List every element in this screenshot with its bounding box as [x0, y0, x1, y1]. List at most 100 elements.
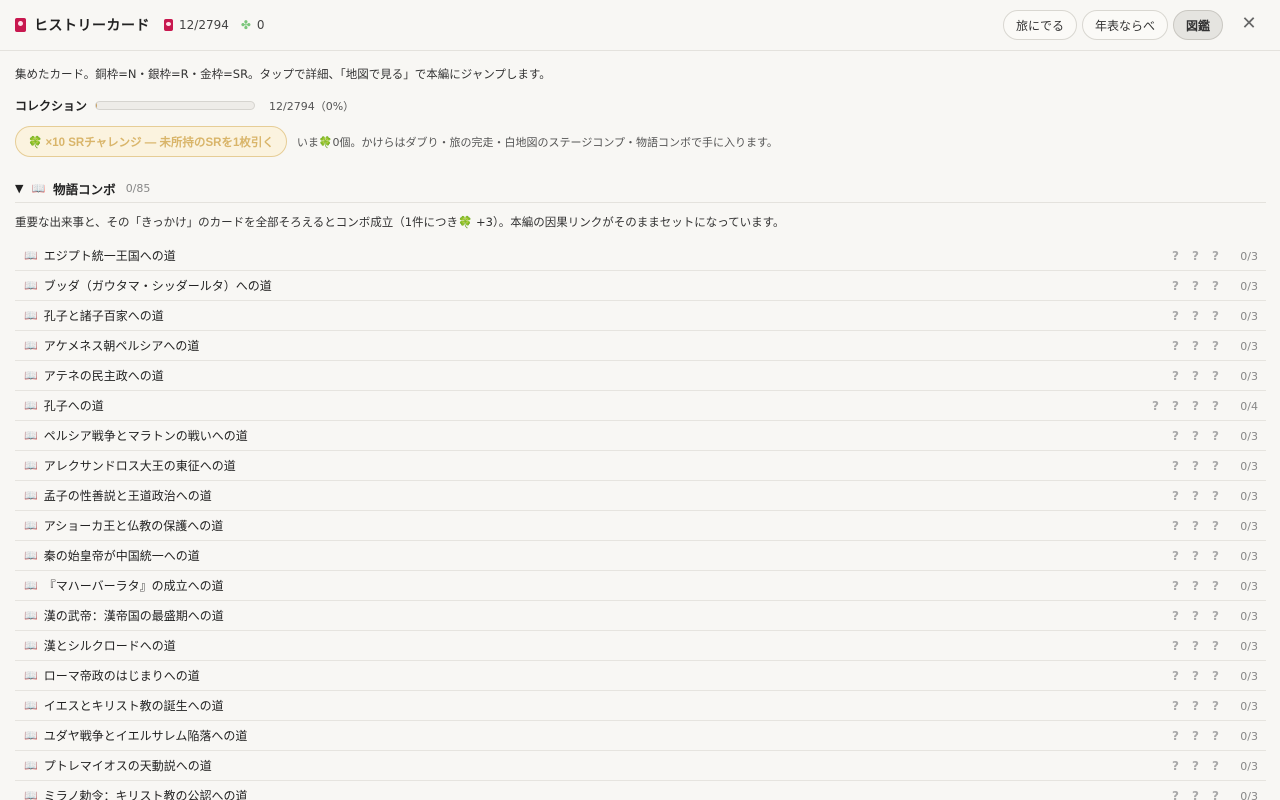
unknown-card-slot: ? — [1192, 549, 1199, 563]
combo-slots: ??? — [1170, 279, 1221, 293]
combo-row[interactable]: 📖 漢とシルクロードへの道??? 0/3 — [15, 631, 1266, 661]
card-icon — [15, 18, 26, 32]
story-combo-header[interactable]: ▼ 📖 物語コンボ 0/85 — [15, 174, 1266, 203]
combo-status: ??? 0/3 — [1170, 241, 1258, 271]
combo-progress: 0/3 — [1240, 699, 1258, 713]
combo-row[interactable]: 📖 アテネの民主政への道??? 0/3 — [15, 361, 1266, 391]
combo-row[interactable]: 📖 アレクサンドロス大王の東征への道??? 0/3 — [15, 451, 1266, 481]
card-count-icon — [164, 19, 173, 31]
combo-progress: 0/3 — [1240, 279, 1258, 293]
sr-challenge-button[interactable]: 🍀 ×10 SRチャレンジ — 未所持のSRを1枚引く — [15, 126, 287, 157]
combo-row[interactable]: 📖 ローマ帝政のはじまりへの道??? 0/3 — [15, 661, 1266, 691]
unknown-card-slot: ? — [1192, 459, 1199, 473]
unknown-card-slot: ? — [1212, 549, 1219, 563]
combo-row[interactable]: 📖 ブッダ（ガウタマ・シッダールタ）への道??? 0/3 — [15, 271, 1266, 301]
clover-icon: ✤ — [240, 18, 251, 32]
combo-progress: 0/3 — [1240, 579, 1258, 593]
combo-row[interactable]: 📖 漢の武帝：漢帝国の最盛期への道??? 0/3 — [15, 601, 1266, 631]
combo-row[interactable]: 📖 孟子の性善説と王道政治への道??? 0/3 — [15, 481, 1266, 511]
combo-row[interactable]: 📖 ミラノ勅令：キリスト教の公認への道??? 0/3 — [15, 781, 1266, 800]
combo-progress: 0/3 — [1240, 339, 1258, 353]
combo-row[interactable]: 📖 アケメネス朝ペルシアへの道??? 0/3 — [15, 331, 1266, 361]
combo-slots: ??? — [1170, 579, 1221, 593]
book-icon: 📖 — [24, 729, 38, 742]
combo-title: アケメネス朝ペルシアへの道 — [43, 339, 200, 353]
combo-status: ??? 0/3 — [1170, 361, 1258, 391]
unknown-card-slot: ? — [1192, 669, 1199, 683]
unknown-card-slot: ? — [1172, 429, 1179, 443]
combo-progress: 0/3 — [1240, 369, 1258, 383]
combo-status: ??? 0/3 — [1170, 481, 1258, 511]
combo-slots: ??? — [1170, 699, 1221, 713]
unknown-card-slot: ? — [1212, 759, 1219, 773]
unknown-card-slot: ? — [1172, 249, 1179, 263]
combo-title: イエスとキリスト教の誕生への道 — [43, 699, 224, 713]
combo-status: ???? 0/4 — [1150, 391, 1258, 421]
combo-title: アショーカ王と仏教の保護への道 — [43, 519, 224, 533]
unknown-card-slot: ? — [1192, 279, 1199, 293]
travel-button[interactable]: 旅にでる — [1002, 10, 1077, 40]
combo-row[interactable]: 📖 ペルシア戦争とマラトンの戦いへの道??? 0/3 — [15, 421, 1266, 451]
collection-label: コレクション — [15, 99, 88, 113]
unknown-card-slot: ? — [1172, 639, 1179, 653]
combo-row[interactable]: 📖 アショーカ王と仏教の保護への道??? 0/3 — [15, 511, 1266, 541]
section-count: 0/85 — [125, 181, 151, 195]
combo-row[interactable]: 📖 エジプト統一王国への道??? 0/3 — [15, 241, 1266, 271]
combo-title: 孔子と諸子百家への道 — [43, 309, 164, 323]
combo-title: 孔子への道 — [43, 399, 104, 413]
combo-progress: 0/3 — [1240, 549, 1258, 563]
book-icon: 📖 — [24, 579, 38, 592]
intro-text: 集めたカード。銅枠=N・銀枠=R・金枠=SR。タップで詳細、「地図で見る」で本編… — [15, 67, 551, 81]
combo-title: プトレマイオスの天動説への道 — [43, 759, 212, 773]
combo-row[interactable]: 📖 プトレマイオスの天動説への道??? 0/3 — [15, 751, 1266, 781]
combo-title: アレクサンドロス大王の東征への道 — [43, 459, 236, 473]
combo-row[interactable]: 📖 『マハーバーラタ』の成立への道??? 0/3 — [15, 571, 1266, 601]
combo-title: ローマ帝政のはじまりへの道 — [43, 669, 200, 683]
unknown-card-slot: ? — [1212, 489, 1219, 503]
combo-status: ??? 0/3 — [1170, 451, 1258, 481]
combo-row[interactable]: 📖 ユダヤ戦争とイエルサレム陥落への道??? 0/3 — [15, 721, 1266, 751]
combo-row[interactable]: 📖 秦の始皇帝が中国統一への道??? 0/3 — [15, 541, 1266, 571]
unknown-card-slot: ? — [1192, 309, 1199, 323]
combo-status: ??? 0/3 — [1170, 781, 1258, 800]
unknown-card-slot: ? — [1192, 699, 1199, 713]
unknown-card-slot: ? — [1212, 339, 1219, 353]
combo-progress: 0/3 — [1240, 639, 1258, 653]
encyclopedia-button[interactable]: 図鑑 — [1172, 10, 1223, 40]
card-count: 12/2794 — [179, 18, 229, 32]
combo-progress: 0/3 — [1240, 309, 1258, 323]
book-icon: 📖 — [24, 309, 38, 322]
unknown-card-slot: ? — [1212, 519, 1219, 533]
combo-progress: 0/3 — [1240, 249, 1258, 263]
combo-row[interactable]: 📖 孔子への道???? 0/4 — [15, 391, 1266, 421]
unknown-card-slot: ? — [1192, 339, 1199, 353]
unknown-card-slot: ? — [1172, 489, 1179, 503]
combo-status: ??? 0/3 — [1170, 751, 1258, 781]
combo-title: アテネの民主政への道 — [43, 369, 164, 383]
collapse-toggle-icon[interactable]: ▼ — [15, 182, 23, 195]
unknown-card-slot: ? — [1212, 279, 1219, 293]
combo-status: ??? 0/3 — [1170, 691, 1258, 721]
combo-slots: ??? — [1170, 669, 1221, 683]
unknown-card-slot: ? — [1172, 789, 1179, 800]
combo-slots: ??? — [1170, 369, 1221, 383]
combo-row[interactable]: 📖 孔子と諸子百家への道??? 0/3 — [15, 301, 1266, 331]
app-title: ヒストリーカード — [34, 18, 150, 34]
combo-title: 漢とシルクロードへの道 — [43, 639, 176, 653]
book-icon: 📖 — [24, 699, 38, 712]
combo-row[interactable]: 📖 イエスとキリスト教の誕生への道??? 0/3 — [15, 691, 1266, 721]
top-bar: ヒストリーカード 12/2794 ✤ 0 旅にでる 年表ならべ 図鑑 ✕ — [0, 0, 1280, 51]
close-icon[interactable]: ✕ — [1240, 15, 1258, 33]
combo-progress: 0/3 — [1240, 669, 1258, 683]
combo-title: ペルシア戦争とマラトンの戦いへの道 — [43, 429, 248, 443]
unknown-card-slot: ? — [1152, 399, 1159, 413]
combo-status: ??? 0/3 — [1170, 301, 1258, 331]
combo-slots: ??? — [1170, 729, 1221, 743]
combo-title: 孟子の性善説と王道政治への道 — [43, 489, 212, 503]
unknown-card-slot: ? — [1172, 759, 1179, 773]
unknown-card-slot: ? — [1192, 579, 1199, 593]
combo-title: 漢の武帝：漢帝国の最盛期への道 — [43, 609, 224, 623]
unknown-card-slot: ? — [1172, 609, 1179, 623]
timeline-sort-button[interactable]: 年表ならべ — [1081, 10, 1168, 40]
clover-note: いま🍀0個。かけらはダブり・旅の完走・白地図のステージコンプ・物語コンボで手に入… — [296, 135, 778, 149]
